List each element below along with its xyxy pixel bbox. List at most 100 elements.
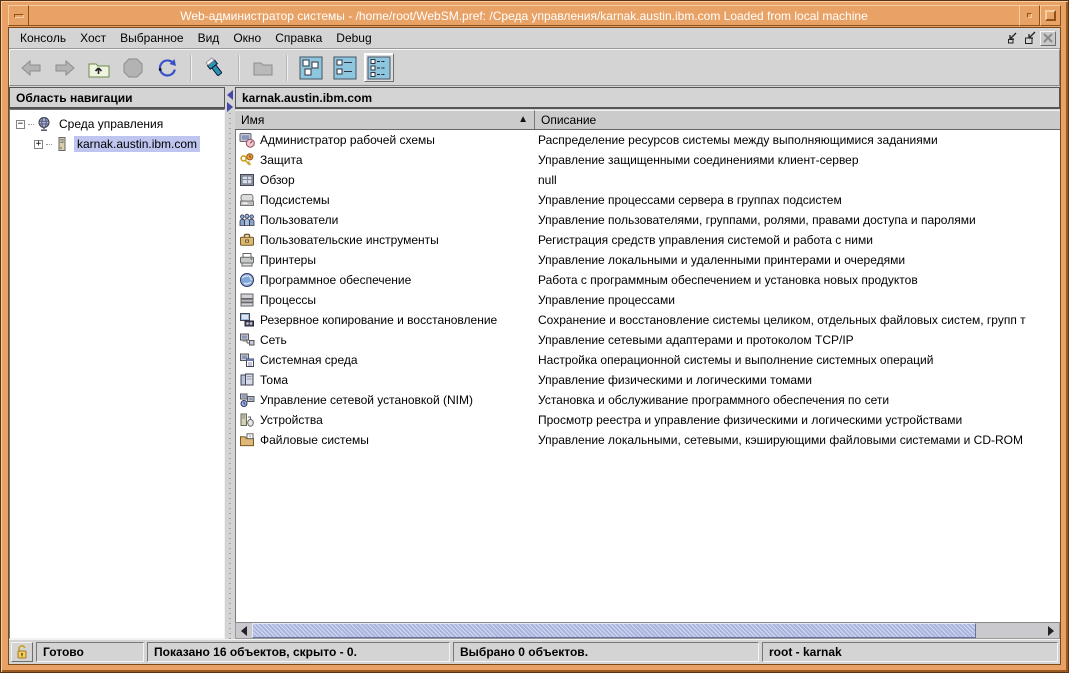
menu-console[interactable]: Консоль — [13, 29, 73, 47]
window-menu-button[interactable] — [8, 5, 29, 26]
table-row[interactable]: УстройстваПросмотр реестра и управление … — [236, 410, 1060, 430]
toolbar-separator — [286, 55, 288, 81]
find-icon — [203, 56, 227, 80]
object-name: Принтеры — [260, 253, 316, 267]
object-description: Управление сетевыми адаптерами и протоко… — [536, 333, 1060, 347]
scroll-left-button[interactable] — [236, 623, 252, 638]
toolbar — [9, 49, 1060, 86]
navigation-tree-area[interactable]: − Среда управления + karnak.austin.ibm.com — [9, 109, 225, 639]
stop-icon — [121, 56, 145, 80]
subsystems-icon — [239, 192, 255, 208]
object-name: Файловые системы — [260, 433, 369, 447]
cell-name: Пользовательские инструменты — [236, 232, 536, 248]
object-name: Администратор рабочей схемы — [260, 133, 435, 147]
restore-small-button[interactable] — [1004, 31, 1020, 46]
cell-name: Процессы — [236, 292, 536, 308]
reload-button[interactable] — [152, 53, 182, 82]
table-row[interactable]: Резервное копирование и восстановлениеСо… — [236, 310, 1060, 330]
tree-node-label[interactable]: Среда управления — [56, 116, 166, 132]
status-selected-count: Выбрано 0 объектов. — [453, 642, 759, 662]
cell-name: Подсистемы — [236, 192, 536, 208]
tree-connector — [46, 144, 52, 145]
printers-icon — [239, 252, 255, 268]
workload-manager-icon — [239, 132, 255, 148]
table-row[interactable]: ПринтерыУправление локальными и удаленны… — [236, 250, 1060, 270]
table-row[interactable]: ЗащитаУправление защищенными соединениям… — [236, 150, 1060, 170]
users-icon — [239, 212, 255, 228]
system-environment-icon — [239, 352, 255, 368]
scrollbar-thumb[interactable] — [252, 623, 976, 638]
tree-node-label[interactable]: karnak.austin.ibm.com — [74, 136, 200, 152]
menu-debug[interactable]: Debug — [329, 29, 378, 47]
menu-selected[interactable]: Выбранное — [113, 29, 190, 47]
reload-icon — [155, 56, 179, 80]
object-description: Сохранение и восстановление системы цели… — [536, 313, 1060, 327]
menu-help[interactable]: Справка — [268, 29, 329, 47]
toolbar-separator — [190, 55, 192, 81]
maximize-icon — [1045, 10, 1056, 21]
frame-controls — [1004, 31, 1056, 46]
folder-icon — [251, 56, 275, 80]
table-row[interactable]: Системная средаНастройка операционной си… — [236, 350, 1060, 370]
table-row[interactable]: ПользователиУправление пользователями, г… — [236, 210, 1060, 230]
view-details-icon — [367, 56, 391, 80]
expand-toggle[interactable]: + — [34, 140, 43, 149]
table-row[interactable]: Администратор рабочей схемыРаспределение… — [236, 130, 1060, 150]
table-row[interactable]: ПроцессыУправление процессами — [236, 290, 1060, 310]
find-button[interactable] — [200, 53, 230, 82]
host-icon — [54, 136, 70, 152]
table-row[interactable]: Управление сетевой установкой (NIM)Устан… — [236, 390, 1060, 410]
backup-icon — [239, 312, 255, 328]
close-button[interactable] — [1040, 31, 1056, 46]
up-level-button[interactable] — [84, 53, 114, 82]
tree-node[interactable]: − Среда управления — [12, 114, 222, 134]
table-row[interactable]: ПодсистемыУправление процессами сервера … — [236, 190, 1060, 210]
window-title: Web-администратор системы - /home/root/W… — [29, 5, 1019, 26]
collapse-right-icon[interactable] — [227, 102, 233, 112]
view-large-icons-button[interactable] — [296, 53, 326, 82]
collapse-toggle[interactable]: − — [16, 120, 25, 129]
object-description: Работа с программным обеспечением и уста… — [536, 273, 1060, 287]
cell-name: Программное обеспечение — [236, 272, 536, 288]
navigation-tree: − Среда управления + karnak.austin.ibm.com — [10, 110, 224, 158]
restore-large-button[interactable] — [1022, 31, 1038, 46]
tree-node[interactable]: + karnak.austin.ibm.com — [12, 134, 222, 154]
folder-button[interactable] — [248, 53, 278, 82]
table-row[interactable]: Обзорnull — [236, 170, 1060, 190]
column-header-name[interactable]: Имя ▲ — [235, 110, 535, 129]
table-row[interactable]: Пользовательские инструментыРегистрация … — [236, 230, 1060, 250]
stop-button[interactable] — [118, 53, 148, 82]
table-row[interactable]: Файловые системыУправление локальными, с… — [236, 430, 1060, 450]
security-lock-button — [11, 642, 33, 662]
forward-button[interactable] — [50, 53, 80, 82]
cell-name: Обзор — [236, 172, 536, 188]
object-name: Подсистемы — [260, 193, 330, 207]
view-details-button[interactable] — [364, 53, 394, 82]
object-name: Пользователи — [260, 213, 338, 227]
table-row[interactable]: СетьУправление сетевыми адаптерами и про… — [236, 330, 1060, 350]
view-small-icons-button[interactable] — [330, 53, 360, 82]
scroll-right-button[interactable] — [1043, 623, 1059, 638]
object-description: Установка и обслуживание программного об… — [536, 393, 1060, 407]
collapse-left-icon[interactable] — [227, 90, 233, 100]
column-header-description[interactable]: Описание — [535, 110, 1060, 129]
table-row[interactable]: ТомаУправление физическими и логическими… — [236, 370, 1060, 390]
cell-name: Сеть — [236, 332, 536, 348]
scrollbar-track[interactable] — [976, 623, 1043, 638]
menu-window[interactable]: Окно — [226, 29, 268, 47]
column-description-label: Описание — [541, 113, 596, 127]
panel-splitter[interactable] — [225, 87, 235, 639]
application-window: Web-администратор системы - /home/root/W… — [0, 0, 1069, 673]
main-area: Область навигации −Среда управления+karn… — [9, 86, 1060, 639]
maximize-button[interactable] — [1040, 5, 1061, 26]
tree-connector — [28, 124, 34, 125]
titlebar[interactable]: Web-администратор системы - /home/root/W… — [8, 5, 1061, 26]
table-row[interactable]: Программное обеспечениеРабота с программ… — [236, 270, 1060, 290]
object-description: Управление процессами — [536, 293, 1060, 307]
back-button[interactable] — [16, 53, 46, 82]
horizontal-scrollbar[interactable] — [235, 622, 1060, 639]
cell-name: Резервное копирование и восстановление — [236, 312, 536, 328]
menu-host[interactable]: Хост — [73, 29, 113, 47]
minimize-button[interactable] — [1019, 5, 1040, 26]
menu-view[interactable]: Вид — [191, 29, 227, 47]
